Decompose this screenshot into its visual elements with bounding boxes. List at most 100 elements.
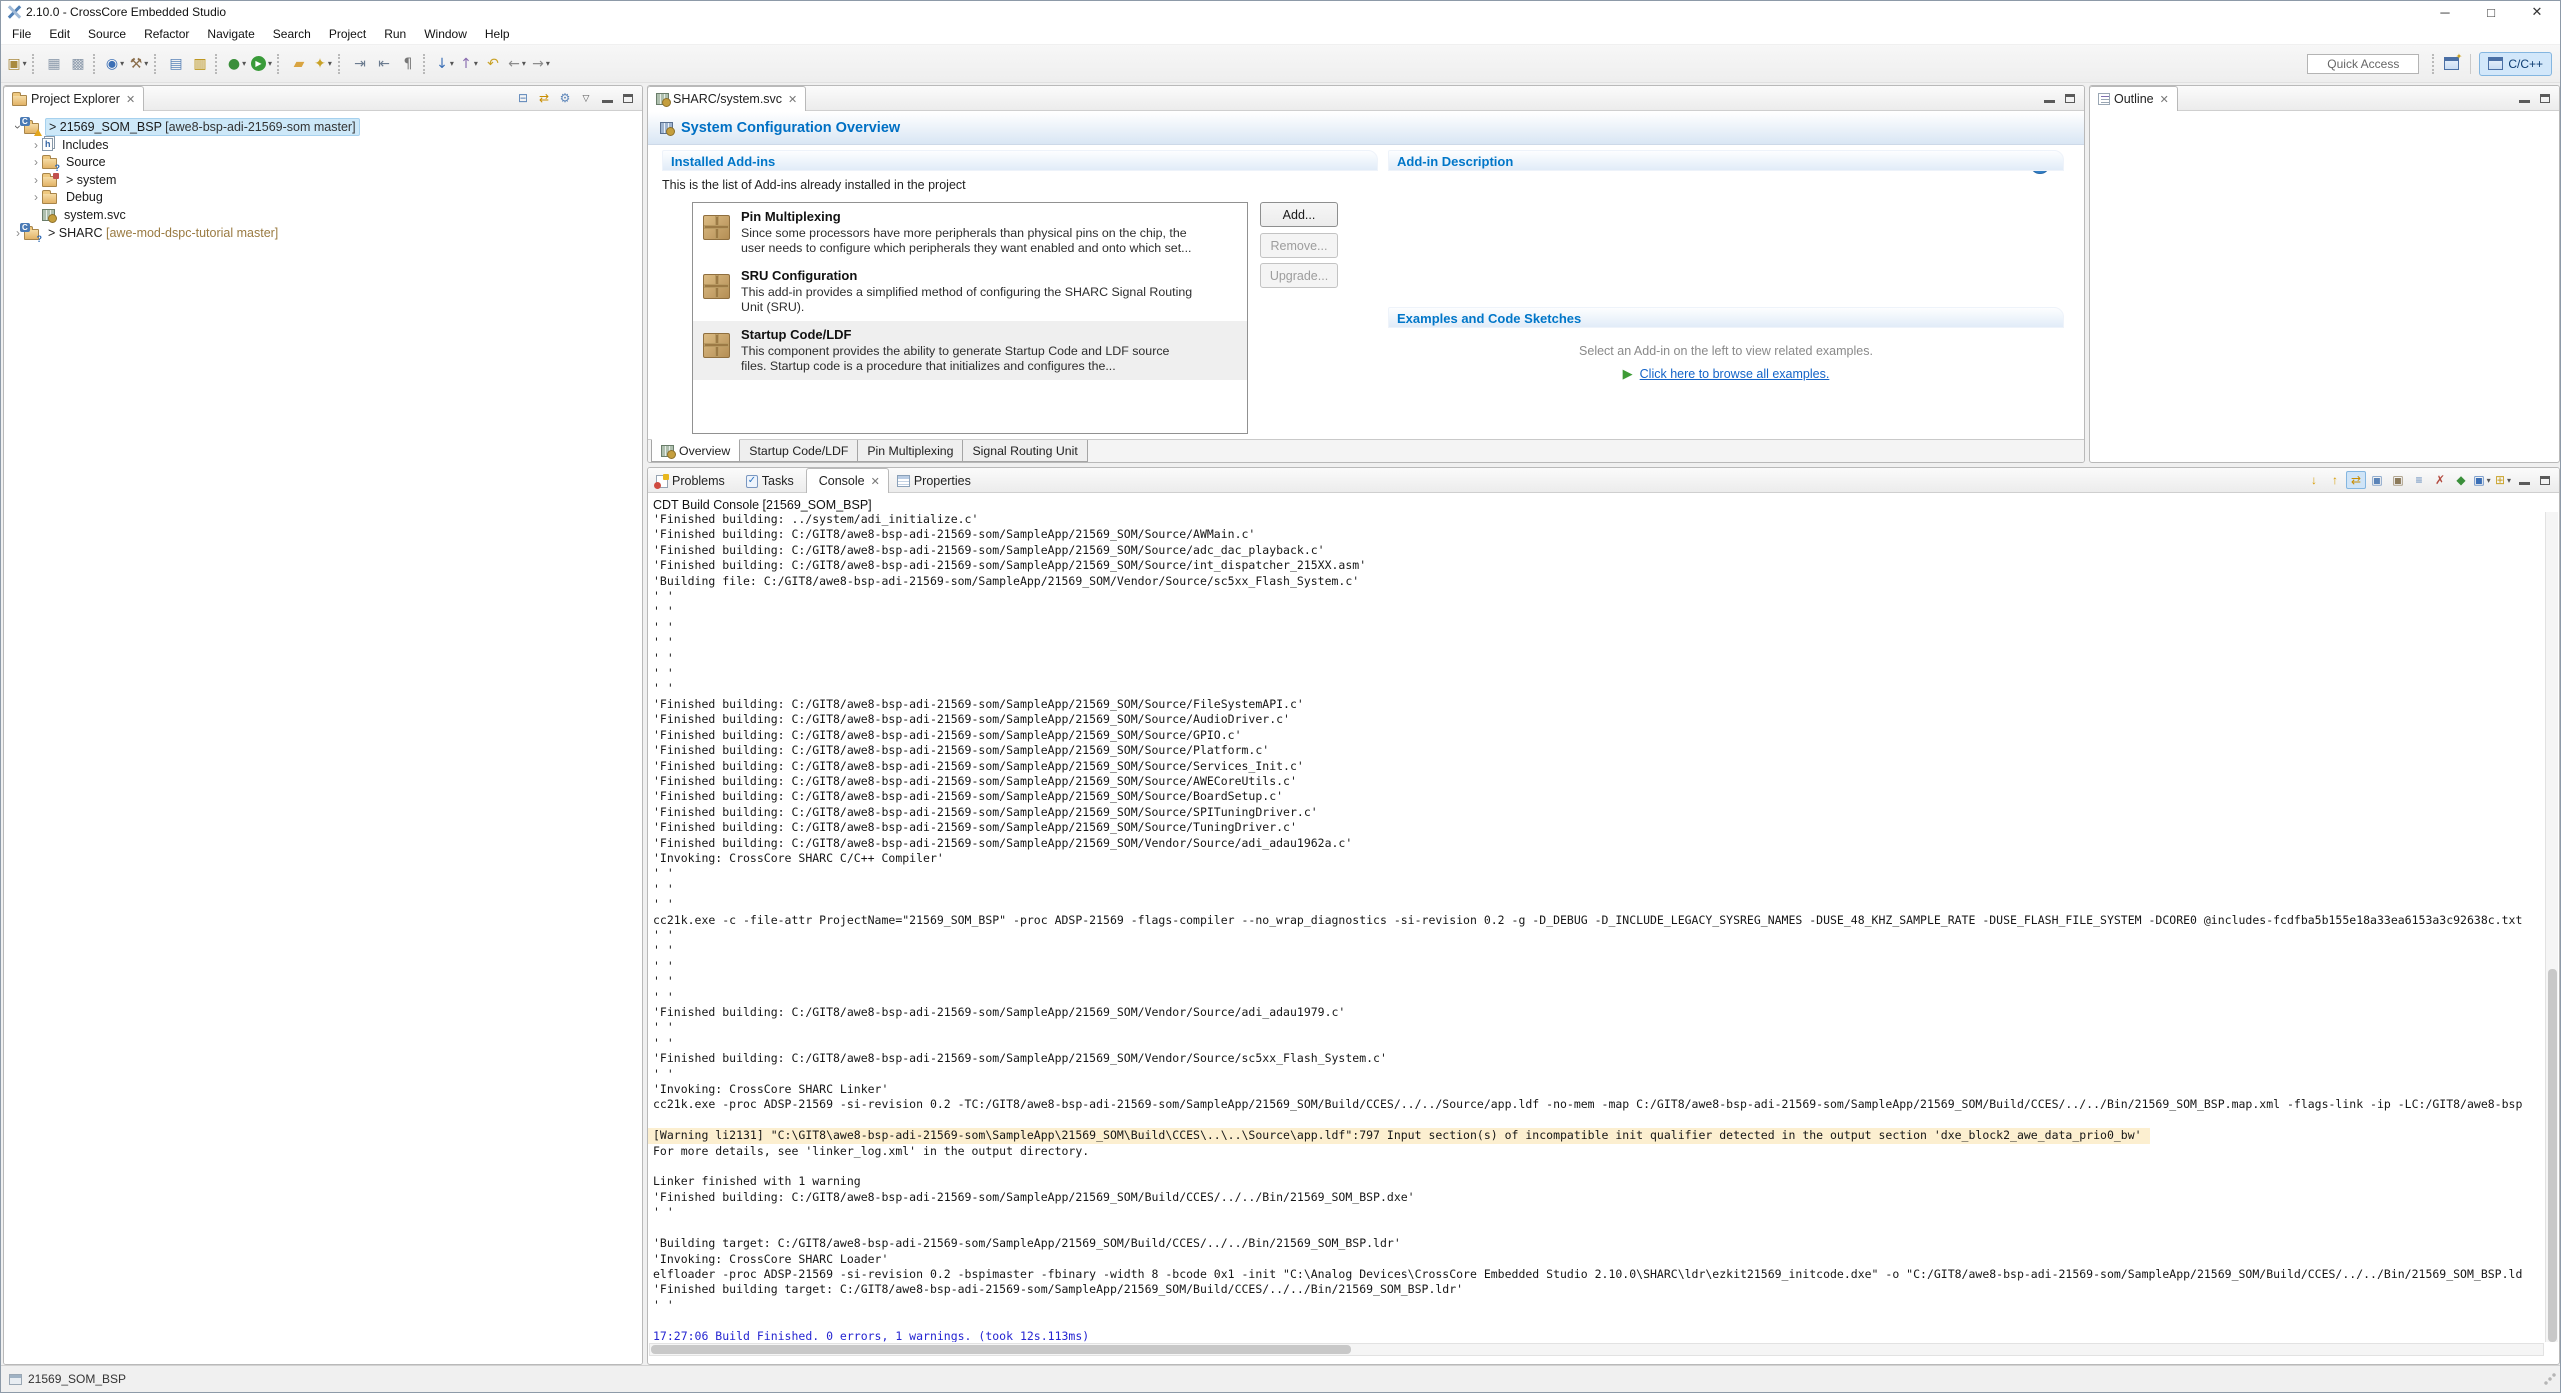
scroll-to-next-icon[interactable]: ↓ (2304, 471, 2324, 489)
pin-console-icon[interactable]: ◆ (2451, 471, 2471, 489)
maximize-outline-icon[interactable] (2535, 89, 2555, 107)
page-tab-overview[interactable]: Overview (651, 439, 740, 462)
backward-icon[interactable]: ←▾ (505, 52, 529, 76)
dropdown-arrow-icon[interactable]: ▾ (268, 59, 272, 68)
link-with-editor-icon[interactable]: ⇄ (534, 89, 554, 107)
build-icon[interactable]: ⚒▾ (127, 52, 151, 76)
quick-access-box[interactable]: Quick Access (2307, 54, 2419, 74)
word-wrap-icon[interactable]: ≡ (2409, 471, 2429, 489)
view-menu-icon[interactable]: ▽ (576, 89, 596, 107)
down-history-icon[interactable]: ↓▾ (433, 52, 457, 76)
menu-window[interactable]: Window (415, 25, 476, 43)
new-wizard-icon[interactable]: ▣▾ (5, 52, 29, 76)
maximize-console-icon[interactable] (2535, 471, 2555, 489)
perspective-cpp-button[interactable]: C/C++ (2479, 52, 2552, 76)
tab-tasks[interactable]: Tasks (737, 468, 807, 493)
binary-counter-icon[interactable]: ▥ (188, 52, 212, 76)
console-horizontal-scrollbar[interactable] (649, 1343, 2544, 1356)
scroll-lock-icon[interactable]: ▣ (2388, 471, 2408, 489)
minimize-outline-icon[interactable] (2514, 89, 2534, 107)
binary-file-icon[interactable]: ▤ (164, 52, 188, 76)
addin-item[interactable]: SRU ConfigurationThis add-in provides a … (693, 262, 1247, 321)
tree-expander-icon[interactable]: › (30, 138, 42, 152)
close-editor-icon[interactable]: ✕ (788, 93, 797, 106)
back-icon[interactable]: ↶ (481, 52, 505, 76)
console-vertical-scrollbar[interactable] (2545, 512, 2558, 1342)
show-on-stdout-icon[interactable]: ▣ (2367, 471, 2387, 489)
link-console-icon[interactable]: ⇄ (2346, 471, 2366, 489)
dropdown-arrow-icon[interactable]: ▾ (450, 59, 454, 68)
page-tab-startup-code-ldf[interactable]: Startup Code/LDF (739, 440, 858, 462)
scroll-to-previous-icon[interactable]: ↑ (2325, 471, 2345, 489)
next-annotation-icon[interactable]: ⇥ (348, 52, 372, 76)
menu-run[interactable]: Run (375, 25, 415, 43)
debug-icon[interactable]: ●▾ (225, 52, 249, 76)
console-output[interactable]: 'Finished building: ../system/adi_initia… (648, 512, 2545, 1342)
tree-expander-icon[interactable]: › (30, 155, 42, 169)
page-tab-signal-routing-unit[interactable]: Signal Routing Unit (962, 440, 1087, 462)
save-all-icon[interactable]: ▩ (66, 52, 90, 76)
save-icon[interactable]: ▦ (42, 52, 66, 76)
page-tab-pin-multiplexing[interactable]: Pin Multiplexing (857, 440, 963, 462)
tab-problems[interactable]: Problems (647, 468, 738, 493)
search-icon[interactable]: ✦▾ (311, 52, 335, 76)
view-menu-gear-icon[interactable]: ⚙ (555, 89, 575, 107)
menu-refactor[interactable]: Refactor (135, 25, 198, 43)
tree-item-debug[interactable]: ›Debug (30, 188, 106, 206)
dropdown-arrow-icon[interactable]: ▾ (144, 59, 148, 68)
forward-icon[interactable]: →▾ (529, 52, 553, 76)
show-whitespace-icon[interactable]: ¶ (396, 52, 420, 76)
menu-search[interactable]: Search (264, 25, 320, 43)
menu-file[interactable]: File (3, 25, 40, 43)
clear-console-icon[interactable]: ✗ (2430, 471, 2450, 489)
dropdown-arrow-icon[interactable]: ▾ (474, 59, 478, 68)
menu-help[interactable]: Help (476, 25, 519, 43)
maximize-view-icon[interactable] (618, 89, 638, 107)
addin-item[interactable]: Pin MultiplexingSince some processors ha… (693, 203, 1247, 262)
open-console-icon[interactable]: ⊞▾ (2493, 471, 2513, 489)
minimize-view-icon[interactable] (597, 89, 617, 107)
dropdown-arrow-icon[interactable]: ▾ (242, 59, 246, 68)
dropdown-arrow-icon[interactable]: ▾ (23, 59, 27, 68)
tree-item-system-svc[interactable]: system.svc (30, 206, 129, 224)
minimize-editor-icon[interactable] (2039, 89, 2059, 107)
dropdown-arrow-icon[interactable]: ▾ (522, 59, 526, 68)
tab-console[interactable]: Console✕ (806, 468, 889, 493)
resize-grip-icon[interactable] (2544, 1373, 2556, 1385)
close-console-tab-icon[interactable]: ✕ (871, 475, 880, 488)
up-history-icon[interactable]: ↑▾ (457, 52, 481, 76)
add-button[interactable]: Add... (1260, 202, 1338, 227)
close-outline-icon[interactable]: ✕ (2160, 93, 2169, 106)
dropdown-arrow-icon[interactable]: ▾ (546, 59, 550, 68)
dropdown-arrow-icon[interactable]: ▾ (2487, 476, 2491, 485)
menu-navigate[interactable]: Navigate (198, 25, 263, 43)
dropdown-arrow-icon[interactable]: ▾ (2507, 476, 2511, 485)
collapse-all-icon[interactable]: ⊟ (513, 89, 533, 107)
tab-properties[interactable]: Properties (888, 468, 984, 493)
previous-annotation-icon[interactable]: ⇤ (372, 52, 396, 76)
tree-expander-icon[interactable]: › (30, 190, 42, 204)
tab-outline[interactable]: Outline ✕ (2089, 86, 2178, 111)
open-folder-icon[interactable]: ▰ (287, 52, 311, 76)
maximize-button[interactable]: □ (2468, 1, 2514, 23)
menu-project[interactable]: Project (320, 25, 375, 43)
display-console-icon[interactable]: ▣▾ (2472, 471, 2492, 489)
open-perspective-icon[interactable] (2442, 52, 2466, 76)
tree-item--system[interactable]: ›> system (30, 171, 119, 189)
addin-item[interactable]: Startup Code/LDFThis component provides … (693, 321, 1247, 380)
dropdown-arrow-icon[interactable]: ▾ (328, 59, 332, 68)
history-icon[interactable]: ◉▾ (103, 52, 127, 76)
menu-edit[interactable]: Edit (40, 25, 79, 43)
dropdown-arrow-icon[interactable]: ▾ (120, 59, 124, 68)
minimize-console-icon[interactable] (2514, 471, 2534, 489)
close-view-icon[interactable]: ✕ (126, 93, 135, 106)
tab-project-explorer[interactable]: Project Explorer ✕ (3, 86, 144, 111)
tree-item-source[interactable]: ›?Source (30, 153, 109, 171)
run-icon[interactable]: ▶▾ (249, 52, 274, 76)
menu-source[interactable]: Source (79, 25, 135, 43)
minimize-button[interactable]: ─ (2422, 1, 2468, 23)
maximize-editor-icon[interactable] (2060, 89, 2080, 107)
tree-item-includes[interactable]: ›Includes (30, 136, 112, 154)
tree-expander-icon[interactable]: › (30, 173, 42, 187)
tree-item--sharc[interactable]: ›C?> SHARC [awe-mod-dspc-tutorial master… (12, 224, 281, 242)
